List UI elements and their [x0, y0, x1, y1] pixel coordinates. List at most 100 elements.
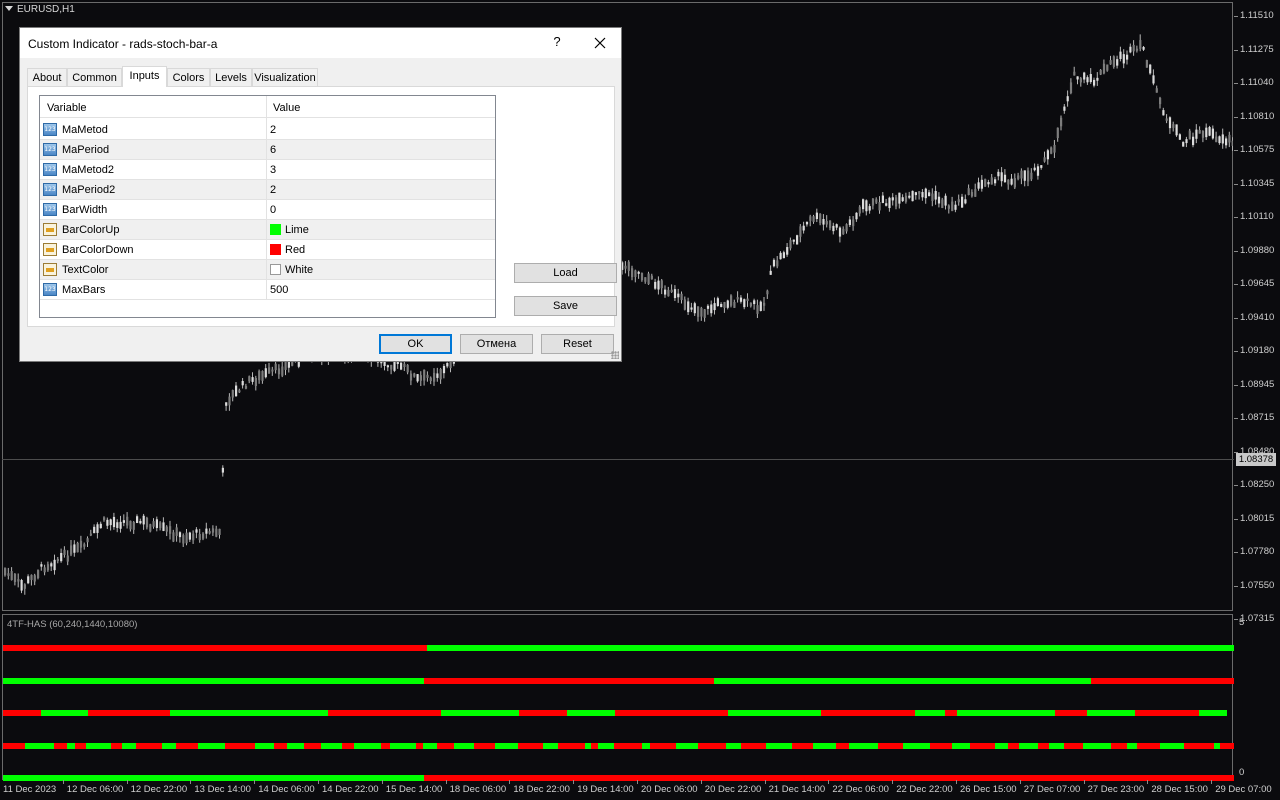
- dialog-titlebar[interactable]: Custom Indicator - rads-stoch-bar-a ?: [20, 28, 621, 58]
- candle-body: [1060, 117, 1063, 127]
- param-row[interactable]: 123 MaPeriod2 2: [40, 180, 495, 200]
- time-tick: 26 Dec 15:00: [956, 780, 1017, 795]
- param-value[interactable]: 6: [270, 144, 276, 156]
- price-tick: 1.10345: [1233, 177, 1275, 189]
- candle-body: [268, 367, 271, 374]
- candle-body: [1195, 129, 1198, 139]
- stripe-down-segment: [1220, 743, 1234, 749]
- candle-body: [271, 369, 274, 372]
- indicator-pane[interactable]: [2, 614, 1233, 780]
- candle-body: [885, 203, 888, 206]
- stripe-up-segment: [354, 743, 381, 749]
- candle-body: [908, 195, 911, 198]
- stripe-down-segment: [930, 743, 952, 749]
- candle-body: [769, 270, 772, 275]
- candle-body: [17, 579, 20, 582]
- grid-header: Variable Value: [40, 96, 495, 118]
- ok-button[interactable]: OK: [379, 334, 452, 354]
- candle-body: [673, 289, 677, 299]
- param-value[interactable]: Red: [270, 244, 305, 256]
- param-row[interactable]: 123 MaMetod 2: [40, 120, 495, 140]
- param-value[interactable]: 3: [270, 164, 276, 176]
- candle-body: [739, 297, 743, 302]
- param-row[interactable]: 123 MaPeriod 6: [40, 140, 495, 160]
- tab-visualization[interactable]: Visualization: [252, 68, 318, 86]
- stripe-down-segment: [75, 743, 86, 749]
- candle-body: [73, 544, 76, 553]
- candle-body: [1159, 97, 1162, 105]
- indicator-label: 4TF-HAS (60,240,1440,10080): [7, 619, 138, 630]
- resize-grip-icon[interactable]: [611, 351, 619, 359]
- inputs-grid[interactable]: Variable Value 123 MaMetod 2 123 MaPeriod 6 12…: [39, 95, 496, 318]
- price-tick: 1.11040: [1234, 77, 1274, 88]
- candle-body: [878, 202, 881, 211]
- candle-body: [1109, 60, 1112, 65]
- stripe-down-segment: [518, 743, 543, 749]
- candle-body: [650, 275, 653, 280]
- close-button[interactable]: [586, 31, 614, 55]
- candle-body: [941, 199, 944, 209]
- candle-body: [697, 306, 700, 317]
- price-tick: 1.11510: [1234, 10, 1274, 21]
- symbol-text: EURUSD,H1: [17, 4, 75, 15]
- candle-body: [1027, 170, 1030, 182]
- stripe-up-segment: [598, 743, 614, 749]
- param-row[interactable]: TextColor White: [40, 260, 495, 280]
- param-name: MaMetod2: [62, 164, 114, 176]
- candle-body: [1126, 54, 1129, 60]
- stripe-down-segment: [1055, 710, 1087, 716]
- indicator-stripe: [3, 743, 1234, 749]
- tab-inputs[interactable]: Inputs: [122, 66, 167, 87]
- candle-body: [1145, 60, 1148, 68]
- candle-body: [1099, 69, 1102, 75]
- candle-body: [710, 304, 713, 314]
- tab-levels[interactable]: Levels: [210, 68, 252, 86]
- header-value[interactable]: Value: [273, 102, 300, 114]
- candle-body: [33, 575, 36, 582]
- param-value[interactable]: 500: [270, 284, 288, 296]
- candle-body: [109, 519, 112, 526]
- tab-about[interactable]: About: [27, 68, 67, 86]
- param-row[interactable]: BarColorDown Red: [40, 240, 495, 260]
- param-value[interactable]: Lime: [270, 224, 309, 236]
- stripe-up-segment: [714, 678, 1091, 684]
- candle-body: [1185, 139, 1188, 144]
- param-row[interactable]: BarColorUp Lime: [40, 220, 495, 240]
- candle-body: [792, 239, 795, 242]
- stripe-down-segment: [698, 743, 726, 749]
- tab-colors[interactable]: Colors: [167, 68, 210, 86]
- candle-body: [442, 365, 446, 374]
- help-button[interactable]: ?: [549, 34, 565, 49]
- tab-common[interactable]: Common: [67, 68, 122, 86]
- indicator-stripe: [3, 645, 1234, 651]
- candle-body: [970, 192, 974, 197]
- stripe-down-segment: [3, 645, 427, 651]
- stripe-down-segment: [54, 743, 67, 749]
- stripe-up-segment: [287, 743, 304, 749]
- candle-body: [261, 371, 264, 381]
- stripe-up-segment: [1019, 743, 1038, 749]
- candle-body: [1129, 46, 1132, 53]
- param-value[interactable]: 2: [270, 124, 276, 136]
- param-row[interactable]: 123 MaxBars 500: [40, 280, 495, 300]
- stripe-down-segment: [945, 710, 957, 716]
- candle-body: [901, 197, 904, 202]
- param-value[interactable]: 2: [270, 184, 276, 196]
- candle-body: [640, 272, 644, 281]
- price-tick: 1.10575: [1233, 144, 1275, 155]
- param-row[interactable]: 123 BarWidth 0: [40, 200, 495, 220]
- cancel-button[interactable]: Отмена: [460, 334, 533, 354]
- time-tick: 27 Dec 23:00: [1083, 780, 1145, 795]
- load-button[interactable]: Load: [514, 263, 617, 283]
- indicator-scale-top: 5: [1239, 617, 1245, 628]
- param-value[interactable]: White: [270, 264, 313, 276]
- stripe-down-segment: [558, 743, 585, 749]
- save-button[interactable]: Save: [514, 296, 617, 316]
- header-variable[interactable]: Variable: [47, 102, 87, 114]
- stripe-up-segment: [813, 743, 836, 749]
- param-row[interactable]: 123 MaMetod2 3: [40, 160, 495, 180]
- candle-body: [723, 302, 726, 308]
- param-value[interactable]: 0: [270, 204, 276, 216]
- candle-body: [657, 280, 660, 290]
- reset-button[interactable]: Reset: [541, 334, 614, 354]
